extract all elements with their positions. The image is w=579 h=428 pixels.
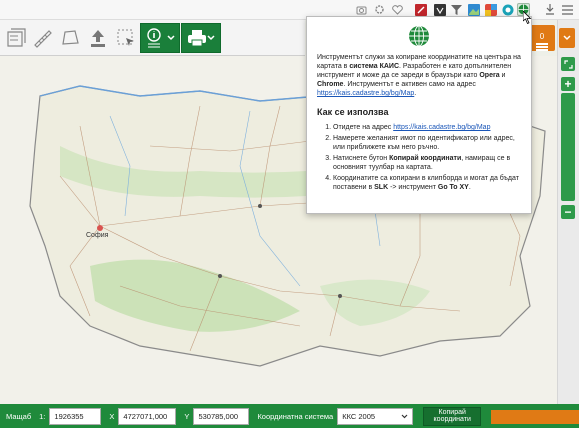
upload-icon [91, 30, 105, 47]
zoom-out-button[interactable]: − [561, 205, 575, 219]
x-label: X [109, 411, 115, 421]
layers-panel-button[interactable]: 0 [529, 25, 555, 51]
chevron-down-icon [563, 35, 571, 41]
info-icon [147, 28, 161, 48]
crs-value: ККС 2005 [342, 411, 376, 421]
zoom-slider[interactable] [561, 93, 575, 201]
step-1: Отидете на адрес https://kais.cadastre.b… [333, 123, 521, 132]
list-icon [536, 42, 548, 45]
color-icon[interactable] [484, 3, 497, 16]
info-tool-button[interactable] [140, 23, 180, 53]
chevron-down-icon [401, 414, 408, 418]
print-icon [188, 30, 206, 47]
x-coordinate-input[interactable]: 4727071,000 [118, 407, 177, 425]
opera-label: Opera [479, 72, 500, 79]
heart-icon[interactable] [391, 3, 404, 16]
layers-icon [7, 28, 26, 47]
polygon-tool-button[interactable] [56, 23, 84, 53]
zoom-in-button[interactable]: + [561, 77, 575, 91]
upload-tool-button[interactable] [84, 23, 112, 53]
how-to-heading: Как се използва [317, 107, 389, 117]
step-3: Натиснете бутон Копирай координати, нами… [333, 154, 521, 172]
gear-icon[interactable] [373, 3, 386, 16]
step-4: Координатите са копирани в клипборда и м… [333, 174, 521, 192]
and-word: и [499, 72, 506, 79]
crs-label: Координатна система [257, 411, 334, 421]
intro-end: . Инструментът е активен само на адрес [343, 81, 476, 88]
menu-icon[interactable] [561, 3, 574, 16]
pdf-icon[interactable] [414, 3, 427, 16]
intro-bold: система КАИС [349, 63, 400, 70]
chevron-down-icon [207, 35, 215, 41]
chevron-down-icon [167, 35, 175, 41]
globe-icon [409, 25, 429, 47]
y-coordinate-input[interactable]: 530785,000 [193, 407, 250, 425]
layers-count-badge: 0 [539, 31, 545, 41]
how-to-steps: Отидете на адрес https://kais.cadastre.b… [317, 123, 521, 192]
step1-link[interactable]: https://kais.cadastre.bg/bg/Map [393, 124, 490, 131]
status-strip [491, 410, 579, 424]
city-label-sofia: София [86, 232, 109, 239]
address-link[interactable]: https://kais.cadastre.bg/bg/Map [317, 90, 414, 97]
polygon-icon [62, 30, 79, 45]
filter-icon[interactable] [450, 3, 463, 16]
circle-icon[interactable] [501, 3, 514, 16]
print-tool-button[interactable] [181, 23, 221, 53]
popup-intro: Инструментът служи за копиране координат… [317, 54, 521, 97]
picture-icon[interactable] [467, 3, 480, 16]
camera-icon[interactable] [355, 3, 368, 16]
ruler-icon [34, 30, 52, 48]
copy-coordinates-button[interactable]: Копирай координати [423, 406, 482, 426]
scale-label: Мащаб [6, 411, 32, 421]
y-label: Y [184, 411, 190, 421]
extension-popup: Инструментът служи за копиране координат… [306, 16, 532, 214]
scale-prefix: 1: [39, 411, 46, 421]
step-2: Намерете желаният имот по идентификатор … [333, 134, 521, 152]
mouse-cursor-icon [523, 11, 532, 24]
map-toolbar [0, 20, 305, 56]
chrome-label: Chrome [317, 81, 344, 88]
select-tool-button[interactable] [112, 23, 140, 53]
crs-select[interactable]: ККС 2005 [337, 407, 414, 425]
layers-tool-button[interactable] [2, 23, 30, 53]
shield-icon[interactable] [433, 3, 446, 16]
download-icon[interactable] [543, 3, 556, 16]
measure-tool-button[interactable] [28, 23, 56, 53]
fullscreen-button[interactable] [561, 57, 575, 71]
scale-input[interactable]: 1926355 [49, 407, 102, 425]
panel-expand-button[interactable] [559, 28, 575, 48]
expand-icon [563, 59, 573, 69]
select-icon [117, 29, 134, 46]
